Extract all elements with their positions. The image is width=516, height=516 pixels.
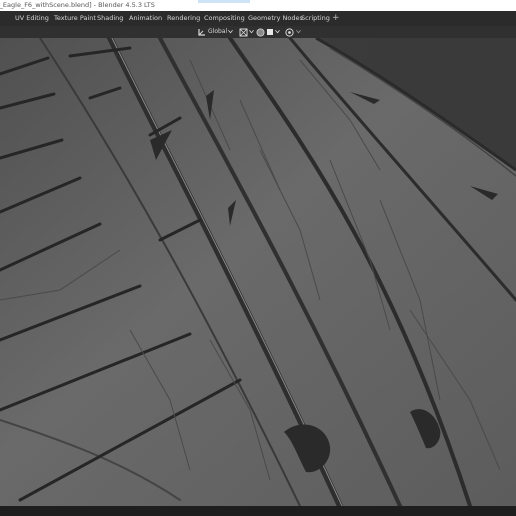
color-swatch-icon[interactable] [267, 29, 273, 35]
chevron-down-icon[interactable] [275, 27, 280, 37]
window-title-bar: r_Eagle_F6_withScene.blend] - Blender 4.… [0, 0, 516, 11]
add-workspace-button[interactable]: + [332, 11, 340, 26]
chevron-down-icon[interactable] [228, 27, 233, 37]
overlay-gizmo-icon[interactable] [239, 27, 248, 37]
tab-uv-editing[interactable]: UV Editing [15, 11, 49, 26]
chevron-down-icon[interactable] [249, 27, 254, 37]
tab-geometry-nodes[interactable]: Geometry Nodes [248, 11, 303, 26]
tab-rendering[interactable]: Rendering [167, 11, 200, 26]
workspace-tabs-bar: UV Editing Texture Paint Shading Animati… [0, 11, 516, 26]
shading-sphere-icon[interactable] [256, 27, 265, 37]
chevron-down-icon[interactable] [296, 27, 301, 37]
tab-animation[interactable]: Animation [129, 11, 162, 26]
title-highlight [198, 0, 250, 3]
window-title: r_Eagle_F6_withScene.blend] - Blender 4.… [0, 1, 155, 9]
tab-compositing[interactable]: Compositing [204, 11, 245, 26]
3d-viewport[interactable] [0, 38, 516, 506]
tab-scripting[interactable]: Scripting [301, 11, 330, 26]
tab-texture-paint[interactable]: Texture Paint [54, 11, 96, 26]
tire-mesh-render [0, 38, 516, 506]
status-bar [0, 506, 516, 516]
viewport-header: Global [0, 26, 516, 38]
snap-toggle-icon[interactable] [285, 27, 294, 37]
tab-shading[interactable]: Shading [97, 11, 123, 26]
transform-orientation-dropdown[interactable]: Global [208, 27, 227, 37]
transform-orientation-icon[interactable] [198, 27, 206, 37]
